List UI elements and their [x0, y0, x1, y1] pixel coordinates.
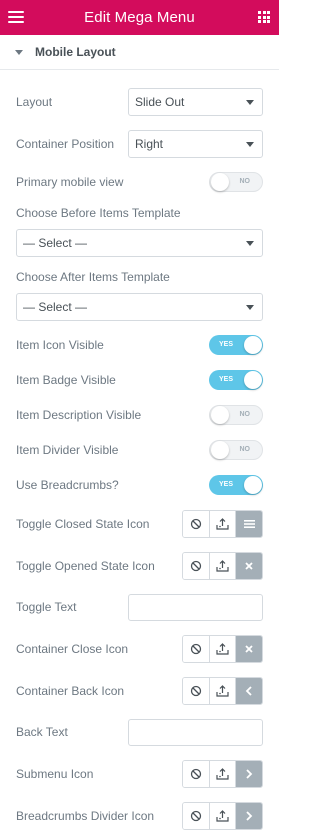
toggle-state-text: YES	[219, 341, 234, 348]
bars-icon[interactable]	[236, 511, 262, 537]
breadcrumbs-divider-icon-label: Breadcrumbs Divider Icon	[16, 809, 155, 823]
toggle-knob	[211, 406, 229, 424]
before-template-select[interactable]: — Select —	[16, 229, 263, 257]
times-icon[interactable]	[236, 636, 262, 662]
item-badge-visible-row: Item Badge Visible YES	[0, 364, 279, 396]
upload-icon-button[interactable]	[209, 803, 237, 829]
chevron-down-icon	[246, 241, 254, 246]
upload-icon-button[interactable]	[209, 761, 237, 787]
container-position-select[interactable]: Right	[128, 130, 263, 158]
submenu-icon-label: Submenu Icon	[16, 767, 94, 781]
no-icon-button[interactable]	[183, 636, 210, 662]
upload-icon-button[interactable]	[209, 511, 237, 537]
submenu-icon-picker	[182, 760, 263, 788]
layout-value: Slide Out	[135, 95, 185, 109]
item-badge-visible-label: Item Badge Visible	[16, 373, 116, 387]
layout-select[interactable]: Slide Out	[128, 88, 263, 116]
back-text-label: Back Text	[16, 725, 68, 739]
item-icon-visible-toggle[interactable]: YES	[209, 335, 263, 355]
no-icon-button[interactable]	[183, 803, 210, 829]
no-icon-button[interactable]	[183, 678, 210, 704]
angle-right-icon[interactable]	[236, 761, 262, 787]
before-template-label: Choose Before Items Template	[16, 206, 181, 220]
toggle-opened-icon-label: Toggle Opened State Icon	[16, 559, 155, 573]
editor-header: Edit Mega Menu	[0, 0, 279, 35]
back-text-row: Back Text	[0, 716, 279, 748]
container-back-icon-label: Container Back Icon	[16, 684, 125, 698]
toggle-knob	[244, 336, 262, 354]
before-template-row: Choose Before Items Template	[0, 197, 279, 229]
apps-grid-icon[interactable]	[258, 11, 270, 23]
toggle-state-text: YES	[219, 481, 234, 488]
toggle-state-text: NO	[239, 411, 251, 418]
item-divider-visible-toggle[interactable]: NO	[209, 440, 263, 460]
section-mobile-layout[interactable]: Mobile Layout	[0, 35, 279, 70]
container-position-row: Container Position Right	[0, 128, 279, 160]
after-template-label: Choose After Items Template	[16, 270, 170, 284]
use-breadcrumbs-label: Use Breadcrumbs?	[16, 478, 119, 492]
toggle-state-text: NO	[239, 178, 251, 185]
chevron-down-icon	[246, 305, 254, 310]
toggle-closed-icon-label: Toggle Closed State Icon	[16, 517, 150, 531]
item-divider-visible-label: Item Divider Visible	[16, 443, 119, 457]
primary-mobile-view-toggle[interactable]: NO	[209, 172, 263, 192]
item-description-visible-toggle[interactable]: NO	[209, 405, 263, 425]
toggle-opened-icon-row: Toggle Opened State Icon	[0, 550, 279, 582]
toggle-state-text: YES	[219, 376, 234, 383]
after-template-value: — Select —	[23, 300, 88, 314]
toggle-closed-icon-picker	[182, 510, 263, 538]
item-badge-visible-toggle[interactable]: YES	[209, 370, 263, 390]
container-position-label: Container Position	[16, 137, 115, 151]
back-text-input[interactable]	[128, 719, 263, 746]
item-divider-visible-row: Item Divider Visible NO	[0, 434, 279, 466]
angle-right-icon[interactable]	[236, 803, 262, 829]
use-breadcrumbs-toggle[interactable]: YES	[209, 475, 263, 495]
layout-label: Layout	[16, 95, 53, 109]
no-icon-button[interactable]	[183, 511, 210, 537]
toggle-text-row: Toggle Text	[0, 591, 279, 623]
toggle-knob	[244, 371, 262, 389]
toggle-closed-icon-row: Toggle Closed State Icon	[0, 508, 279, 540]
upload-icon-button[interactable]	[209, 636, 237, 662]
primary-mobile-view-row: Primary mobile view NO	[0, 166, 279, 198]
toggle-opened-icon-picker	[182, 552, 263, 580]
no-icon-button[interactable]	[183, 761, 210, 787]
container-close-icon-label: Container Close Icon	[16, 642, 129, 656]
toggle-text-label: Toggle Text	[16, 600, 77, 614]
container-close-icon-row: Container Close Icon	[0, 633, 279, 665]
toggle-state-text: NO	[239, 446, 251, 453]
item-description-visible-row: Item Description Visible NO	[0, 399, 279, 431]
chevron-down-icon	[246, 100, 254, 105]
hamburger-menu-icon[interactable]	[8, 9, 24, 25]
upload-icon-button[interactable]	[209, 678, 237, 704]
before-template-value: — Select —	[23, 236, 88, 250]
after-template-select[interactable]: — Select —	[16, 293, 263, 321]
container-close-icon-picker	[182, 635, 263, 663]
item-icon-visible-row: Item Icon Visible YES	[0, 329, 279, 361]
container-back-icon-row: Container Back Icon	[0, 675, 279, 707]
breadcrumbs-divider-icon-row: Breadcrumbs Divider Icon	[0, 800, 279, 832]
upload-icon-button[interactable]	[209, 553, 237, 579]
times-icon[interactable]	[236, 553, 262, 579]
chevron-down-icon	[246, 142, 254, 147]
submenu-icon-row: Submenu Icon	[0, 758, 279, 790]
primary-mobile-view-label: Primary mobile view	[16, 175, 124, 189]
item-description-visible-label: Item Description Visible	[16, 408, 142, 422]
container-back-icon-picker	[182, 677, 263, 705]
breadcrumbs-divider-icon-picker	[182, 802, 263, 830]
section-title: Mobile Layout	[35, 45, 116, 59]
after-template-row: Choose After Items Template	[0, 261, 279, 293]
toggle-knob	[211, 173, 229, 191]
use-breadcrumbs-row: Use Breadcrumbs? YES	[0, 469, 279, 501]
item-icon-visible-label: Item Icon Visible	[16, 338, 104, 352]
toggle-knob	[211, 441, 229, 459]
toggle-knob	[244, 476, 262, 494]
page-title: Edit Mega Menu	[84, 9, 195, 26]
no-icon-button[interactable]	[183, 553, 210, 579]
caret-down-icon	[15, 49, 23, 55]
angle-left-icon[interactable]	[236, 678, 262, 704]
layout-row: Layout Slide Out	[0, 86, 279, 118]
container-position-value: Right	[135, 137, 164, 151]
toggle-text-input[interactable]	[128, 594, 263, 621]
